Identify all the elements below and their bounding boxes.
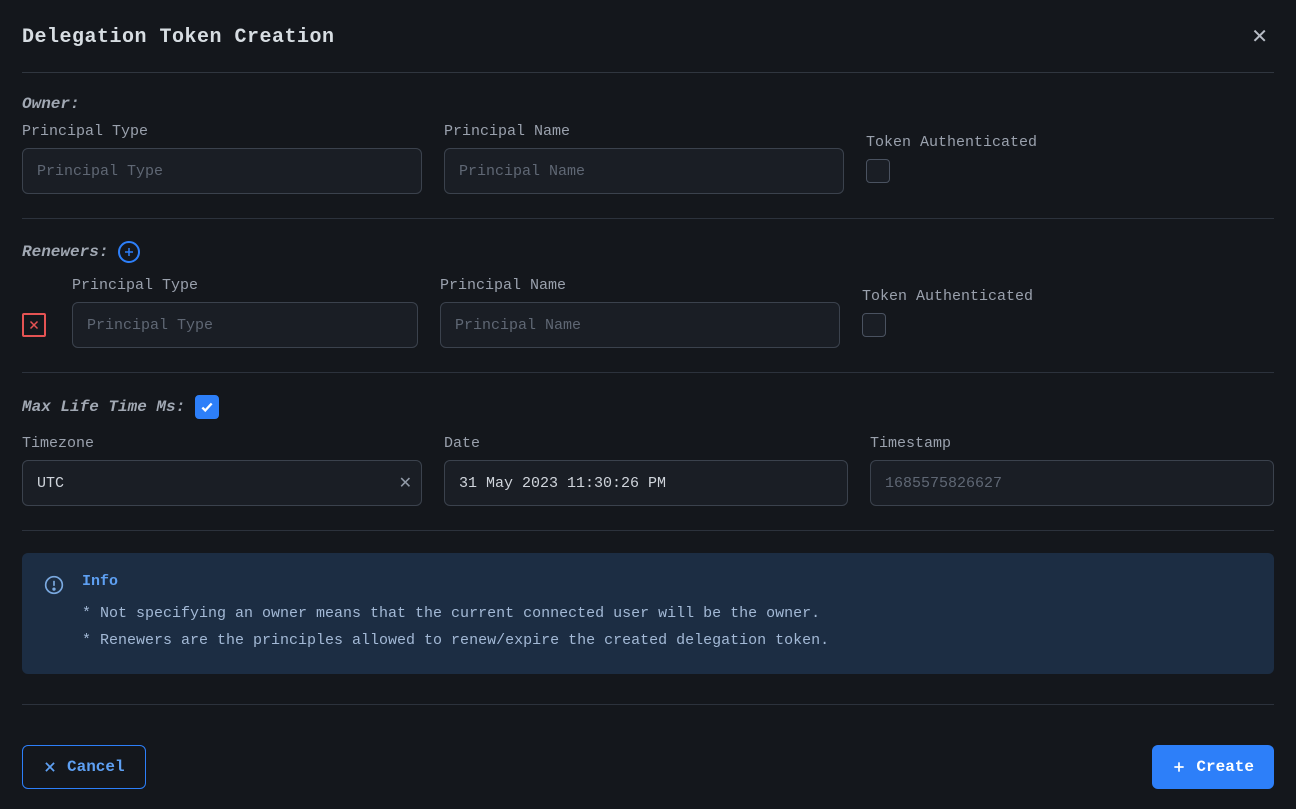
timezone-clear-icon[interactable]: ✕ [399, 473, 412, 493]
page-title: Delegation Token Creation [22, 26, 335, 49]
owner-section-label: Owner: [22, 95, 80, 113]
timestamp-input[interactable] [870, 460, 1274, 506]
date-input[interactable] [444, 460, 848, 506]
owner-token-auth-checkbox[interactable] [866, 159, 890, 183]
info-line: * Renewers are the principles allowed to… [82, 627, 829, 654]
renewer-principal-type-label: Principal Type [72, 277, 418, 294]
divider [22, 704, 1274, 705]
owner-principal-name-label: Principal Name [444, 123, 844, 140]
divider [22, 372, 1274, 373]
divider [22, 218, 1274, 219]
owner-principal-type-input[interactable] [22, 148, 422, 194]
renewer-token-auth-checkbox[interactable] [862, 313, 886, 337]
renewers-section-label: Renewers: [22, 243, 108, 261]
max-life-section-label: Max Life Time Ms: [22, 398, 185, 416]
renewer-principal-type-input[interactable] [72, 302, 418, 348]
date-label: Date [444, 435, 848, 452]
close-icon[interactable]: ✕ [1245, 20, 1274, 54]
timezone-input[interactable] [22, 460, 422, 506]
timezone-label: Timezone [22, 435, 422, 452]
create-button[interactable]: Create [1152, 745, 1274, 789]
owner-principal-name-input[interactable] [444, 148, 844, 194]
timestamp-label: Timestamp [870, 435, 1274, 452]
divider [22, 530, 1274, 531]
renewer-principal-name-input[interactable] [440, 302, 840, 348]
renewer-principal-name-label: Principal Name [440, 277, 840, 294]
info-title: Info [82, 573, 829, 590]
max-life-enabled-checkbox[interactable] [195, 395, 219, 419]
info-box: Info * Not specifying an owner means tha… [22, 553, 1274, 674]
cancel-button-label: Cancel [67, 758, 125, 776]
info-line: * Not specifying an owner means that the… [82, 600, 829, 627]
add-renewer-icon[interactable] [118, 241, 140, 263]
owner-token-auth-label: Token Authenticated [866, 134, 1037, 151]
owner-principal-type-label: Principal Type [22, 123, 422, 140]
cancel-button[interactable]: Cancel [22, 745, 146, 789]
create-button-label: Create [1196, 758, 1254, 776]
info-icon [44, 575, 64, 654]
remove-renewer-icon[interactable] [22, 313, 46, 337]
renewer-token-auth-label: Token Authenticated [862, 288, 1033, 305]
